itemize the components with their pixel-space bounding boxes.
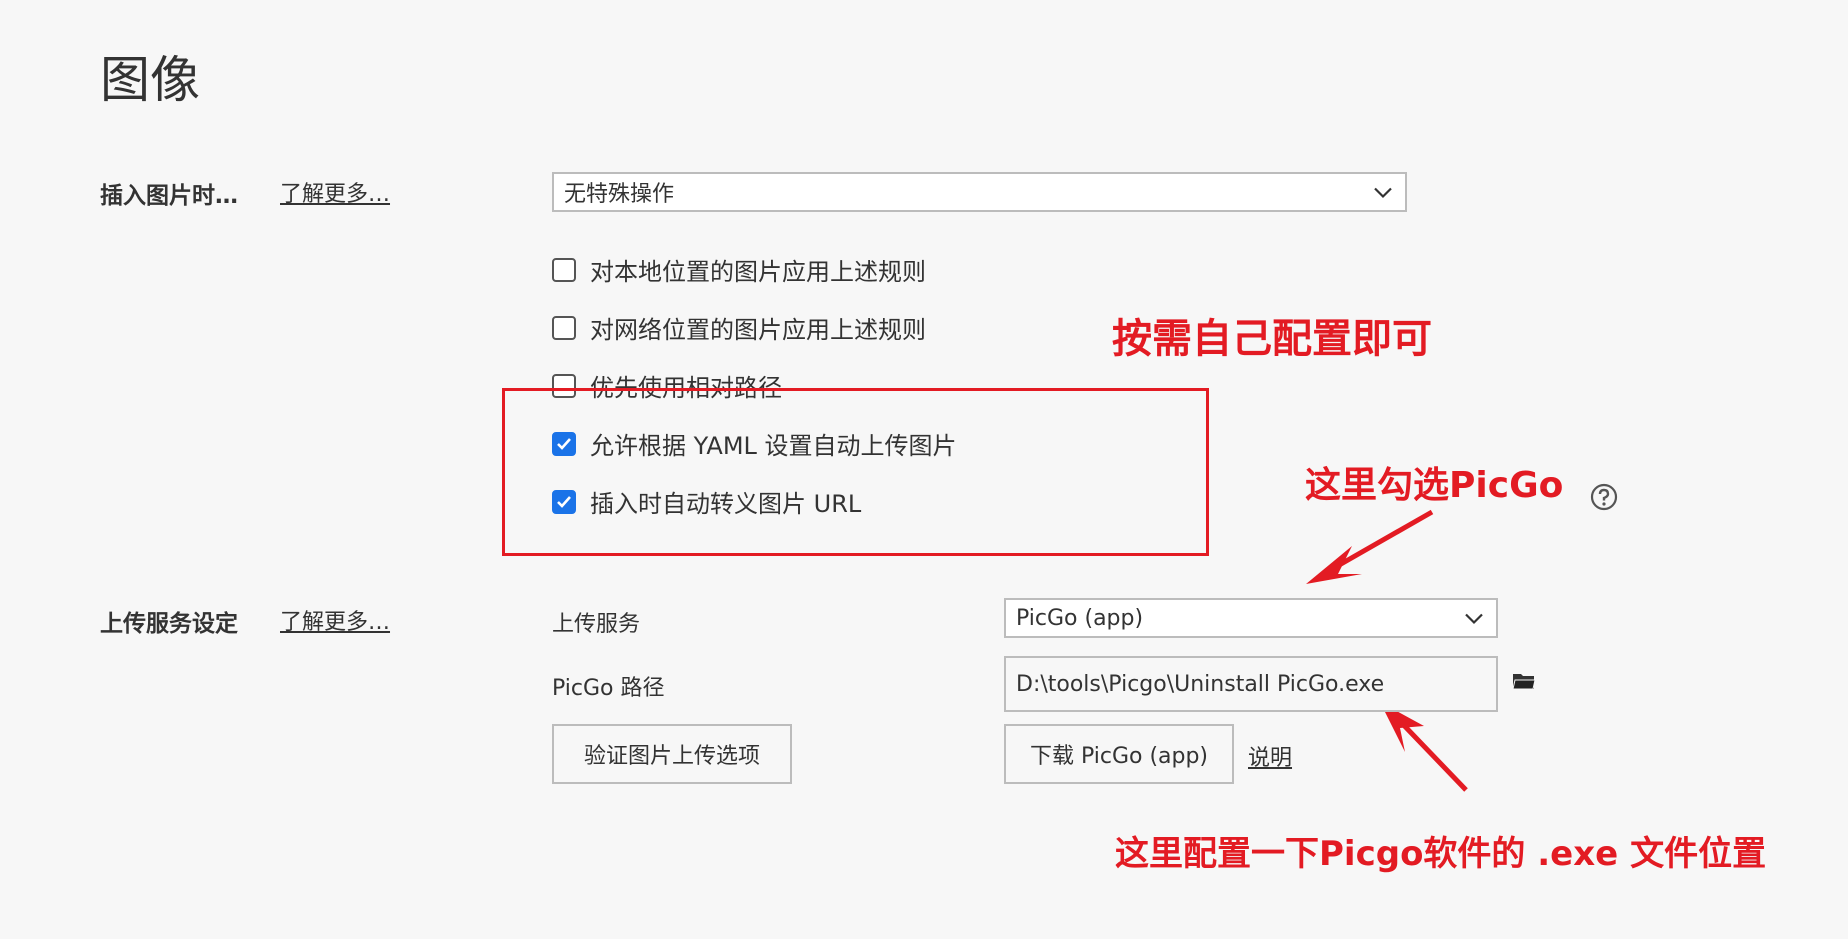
download-picgo-button[interactable]: 下载 PicGo (app) (1004, 724, 1234, 784)
upload-service-label: 上传服务 (552, 612, 641, 637)
upload-service-select-value: PicGo (app) (1016, 605, 1144, 631)
picgo-path-input[interactable]: D:\tools\Picgo\Uninstall PicGo.exe (1004, 656, 1498, 712)
upload-learn-more-link[interactable]: 了解更多… (280, 604, 390, 636)
upload-section-label: 上传服务设定 (100, 611, 238, 637)
upload-service-select[interactable]: PicGo (app) (1004, 598, 1498, 638)
picgo-path-value: D:\tools\Picgo\Uninstall PicGo.exe (1016, 671, 1385, 697)
chevron-down-icon (1464, 606, 1484, 631)
picgo-path-label: PicGo 路径 (552, 676, 665, 701)
folder-icon[interactable] (1512, 671, 1536, 695)
arrow-to-path-input (1380, 702, 1468, 792)
arrow-to-upload-service (1306, 509, 1434, 584)
explain-link[interactable]: 说明 (1248, 740, 1292, 772)
verify-upload-button[interactable]: 验证图片上传选项 (552, 724, 792, 784)
annotation-arrows (1306, 509, 1468, 792)
